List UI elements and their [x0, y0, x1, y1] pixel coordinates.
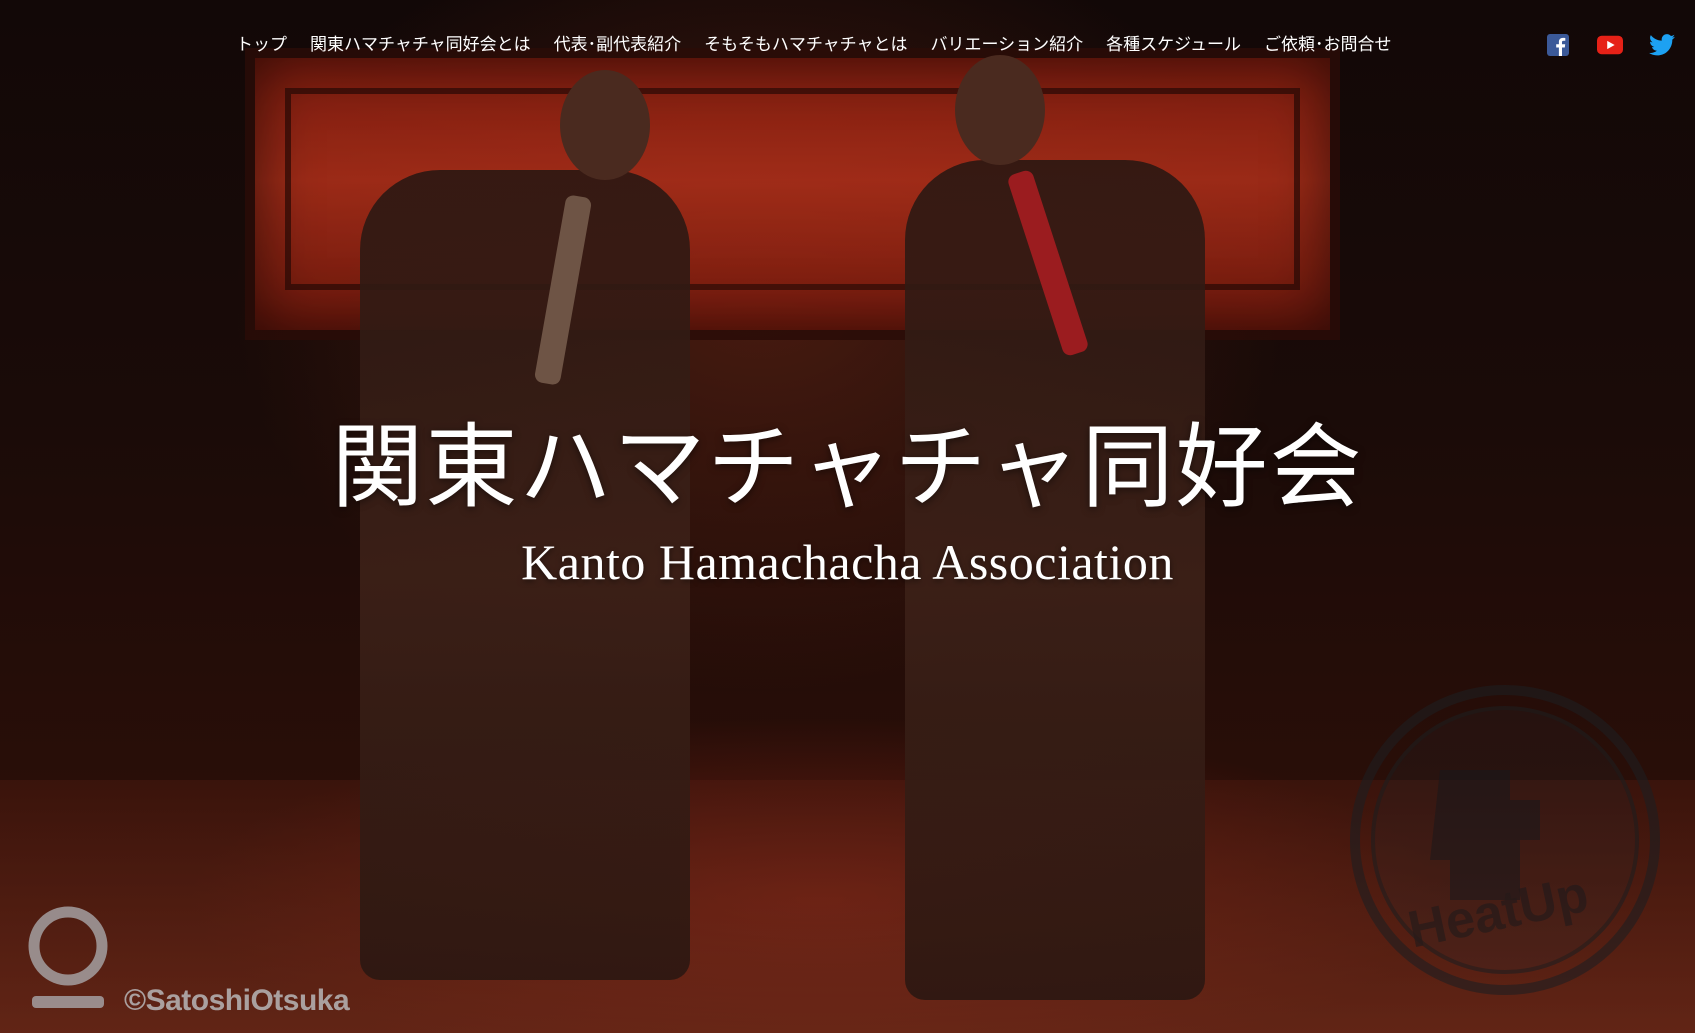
- social-links: [1545, 33, 1675, 57]
- nav-menu: トップ 関東ハマチャチャ同好会とは 代表･副代表紹介 そもそもハマチャチャとは …: [236, 33, 1414, 57]
- twitter-icon[interactable]: [1649, 33, 1675, 57]
- nav-item-what-is-hamachacha[interactable]: そもそもハマチャチャとは: [704, 33, 907, 57]
- youtube-icon[interactable]: [1597, 33, 1623, 57]
- nav-item-schedule[interactable]: 各種スケジュール: [1106, 33, 1241, 57]
- photographer-logo-icon: [28, 906, 108, 1008]
- hero-subtitle: Kanto Hamachacha Association: [521, 534, 1174, 590]
- nav-item-about[interactable]: 関東ハマチャチャ同好会とは: [310, 33, 531, 57]
- hero-title-block: 関東ハマチャチャ同好会 Kanto Hamachacha Association: [0, 408, 1695, 592]
- nav-item-representatives[interactable]: 代表･副代表紹介: [554, 33, 682, 57]
- nav-item-contact[interactable]: ご依頼･お問合せ: [1264, 33, 1392, 57]
- hero-title: 関東ハマチャチャ同好会: [331, 414, 1364, 521]
- event-stamp-icon: HeatUp: [1350, 685, 1660, 995]
- dancer-left-head: [560, 70, 650, 180]
- dancer-right-head: [955, 55, 1045, 165]
- nav-item-top[interactable]: トップ: [236, 33, 287, 57]
- nav-item-variations[interactable]: バリエーション紹介: [931, 33, 1084, 57]
- photo-credit-text: ©SatoshiOtsuka: [124, 984, 350, 1017]
- top-navigation: トップ 関東ハマチャチャ同好会とは 代表･副代表紹介 そもそもハマチャチャとは …: [0, 33, 1695, 61]
- hero-section: トップ 関東ハマチャチャ同好会とは 代表･副代表紹介 そもそもハマチャチャとは …: [0, 0, 1695, 1033]
- photo-credit: ©SatoshiOtsuka: [20, 900, 350, 1020]
- facebook-icon[interactable]: [1545, 33, 1571, 57]
